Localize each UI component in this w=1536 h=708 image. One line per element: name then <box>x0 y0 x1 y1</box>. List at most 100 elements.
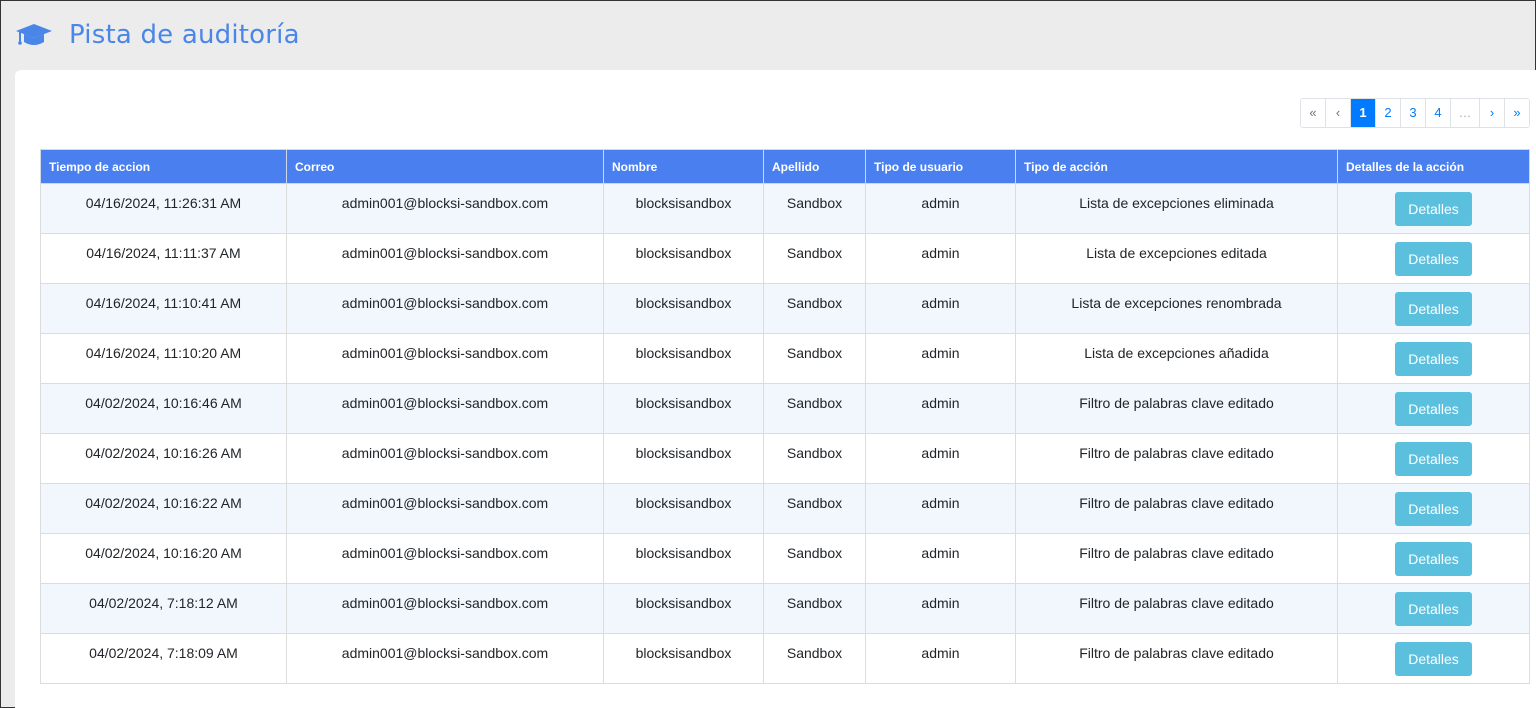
cell-last-name: Sandbox <box>763 183 866 234</box>
details-button[interactable]: Detalles <box>1395 592 1472 626</box>
details-button[interactable]: Detalles <box>1395 392 1472 426</box>
cell-time: 04/02/2024, 7:18:12 AM <box>40 583 287 634</box>
cell-time: 04/02/2024, 10:16:26 AM <box>40 433 287 484</box>
cell-user-type: admin <box>865 633 1016 684</box>
table-row: 04/02/2024, 10:16:46 AM admin001@blocksi-… <box>40 383 1530 434</box>
cell-first-name: blocksisandbox <box>603 333 764 384</box>
cell-action-details: Detalles <box>1337 533 1530 584</box>
cell-email: admin001@blocksi-sandbox.com <box>286 483 604 534</box>
audit-table-body: 04/16/2024, 11:26:31 AM admin001@blocksi-… <box>40 183 1530 684</box>
pagination-page-1[interactable]: 1 <box>1350 99 1375 127</box>
cell-last-name: Sandbox <box>763 333 866 384</box>
pagination-page-3[interactable]: 3 <box>1400 99 1425 127</box>
cell-action-details: Detalles <box>1337 433 1530 484</box>
cell-user-type: admin <box>865 433 1016 484</box>
cell-last-name: Sandbox <box>763 433 866 484</box>
cell-first-name: blocksisandbox <box>603 433 764 484</box>
cell-time: 04/16/2024, 11:10:41 AM <box>40 283 287 334</box>
cell-action-type: Filtro de palabras clave editado <box>1015 433 1338 484</box>
cell-action-type: Lista de excepciones renombrada <box>1015 283 1338 334</box>
column-header-action-type[interactable]: Tipo de acción <box>1015 149 1338 184</box>
table-row: 04/16/2024, 11:10:41 AM admin001@blocksi-… <box>40 283 1530 334</box>
pagination-last[interactable]: » <box>1504 99 1529 127</box>
cell-email: admin001@blocksi-sandbox.com <box>286 183 604 234</box>
table-row: 04/16/2024, 11:26:31 AM admin001@blocksi-… <box>40 183 1530 234</box>
table-row: 04/02/2024, 10:16:20 AM admin001@blocksi-… <box>40 533 1530 584</box>
details-button[interactable]: Detalles <box>1395 242 1472 276</box>
cell-time: 04/16/2024, 11:10:20 AM <box>40 333 287 384</box>
column-header-user-type[interactable]: Tipo de usuario <box>865 149 1016 184</box>
column-header-time[interactable]: Tiempo de accion <box>40 149 287 184</box>
cell-user-type: admin <box>865 283 1016 334</box>
cell-time: 04/02/2024, 10:16:46 AM <box>40 383 287 434</box>
table-row: 04/02/2024, 7:18:12 AM admin001@blocksi-s… <box>40 583 1530 634</box>
cell-action-details: Detalles <box>1337 183 1530 234</box>
column-header-email[interactable]: Correo <box>286 149 604 184</box>
cell-action-type: Filtro de palabras clave editado <box>1015 533 1338 584</box>
app-frame: Pista de auditoría « ‹ 1 2 3 4 … › » Tie… <box>0 0 1536 708</box>
cell-action-type: Lista de excepciones añadida <box>1015 333 1338 384</box>
page-title: Pista de auditoría <box>69 20 300 50</box>
column-header-action-details[interactable]: Detalles de la acción <box>1337 149 1530 184</box>
cell-time: 04/02/2024, 10:16:20 AM <box>40 533 287 584</box>
details-button[interactable]: Detalles <box>1395 442 1472 476</box>
cell-first-name: blocksisandbox <box>603 233 764 284</box>
cell-action-details: Detalles <box>1337 383 1530 434</box>
cell-last-name: Sandbox <box>763 633 866 684</box>
cell-action-details: Detalles <box>1337 333 1530 384</box>
pagination-ellipsis: … <box>1450 99 1479 127</box>
cell-first-name: blocksisandbox <box>603 383 764 434</box>
page-header: Pista de auditoría <box>15 15 300 55</box>
pagination-next[interactable]: › <box>1479 99 1504 127</box>
table-row: 04/16/2024, 11:11:37 AM admin001@blocksi-… <box>40 233 1530 284</box>
cell-action-type: Filtro de palabras clave editado <box>1015 583 1338 634</box>
cell-email: admin001@blocksi-sandbox.com <box>286 583 604 634</box>
details-button[interactable]: Detalles <box>1395 192 1472 226</box>
column-header-first-name[interactable]: Nombre <box>603 149 764 184</box>
cell-email: admin001@blocksi-sandbox.com <box>286 433 604 484</box>
table-row: 04/02/2024, 10:16:26 AM admin001@blocksi-… <box>40 433 1530 484</box>
cell-email: admin001@blocksi-sandbox.com <box>286 283 604 334</box>
cell-user-type: admin <box>865 483 1016 534</box>
table-row: 04/02/2024, 7:18:09 AM admin001@blocksi-s… <box>40 633 1530 684</box>
cell-first-name: blocksisandbox <box>603 283 764 334</box>
cell-last-name: Sandbox <box>763 583 866 634</box>
pagination-page-4[interactable]: 4 <box>1425 99 1450 127</box>
details-button[interactable]: Detalles <box>1395 642 1472 676</box>
cell-email: admin001@blocksi-sandbox.com <box>286 233 604 284</box>
cell-action-details: Detalles <box>1337 633 1530 684</box>
details-button[interactable]: Detalles <box>1395 542 1472 576</box>
cell-email: admin001@blocksi-sandbox.com <box>286 533 604 584</box>
details-button[interactable]: Detalles <box>1395 492 1472 526</box>
cell-last-name: Sandbox <box>763 283 866 334</box>
cell-last-name: Sandbox <box>763 483 866 534</box>
pagination-page-2[interactable]: 2 <box>1375 99 1400 127</box>
cell-action-details: Detalles <box>1337 583 1530 634</box>
details-button[interactable]: Detalles <box>1395 342 1472 376</box>
details-button[interactable]: Detalles <box>1395 292 1472 326</box>
cell-first-name: blocksisandbox <box>603 633 764 684</box>
cell-email: admin001@blocksi-sandbox.com <box>286 383 604 434</box>
cell-time: 04/16/2024, 11:26:31 AM <box>40 183 287 234</box>
cell-action-type: Filtro de palabras clave editado <box>1015 383 1338 434</box>
cell-email: admin001@blocksi-sandbox.com <box>286 333 604 384</box>
cell-first-name: blocksisandbox <box>603 483 764 534</box>
cell-user-type: admin <box>865 183 1016 234</box>
graduation-cap-icon <box>15 20 53 50</box>
cell-email: admin001@blocksi-sandbox.com <box>286 633 604 684</box>
pagination-prev[interactable]: ‹ <box>1325 99 1350 127</box>
table-row: 04/02/2024, 10:16:22 AM admin001@blocksi-… <box>40 483 1530 534</box>
cell-action-type: Lista de excepciones eliminada <box>1015 183 1338 234</box>
column-header-last-name[interactable]: Apellido <box>763 149 866 184</box>
cell-last-name: Sandbox <box>763 233 866 284</box>
cell-user-type: admin <box>865 233 1016 284</box>
cell-time: 04/02/2024, 7:18:09 AM <box>40 633 287 684</box>
audit-table: Tiempo de accion Correo Nombre Apellido … <box>40 149 1530 684</box>
table-row: 04/16/2024, 11:10:20 AM admin001@blocksi-… <box>40 333 1530 384</box>
cell-action-type: Filtro de palabras clave editado <box>1015 633 1338 684</box>
cell-first-name: blocksisandbox <box>603 583 764 634</box>
content-card: « ‹ 1 2 3 4 … › » Tiempo de accion Corre… <box>15 70 1536 708</box>
cell-action-details: Detalles <box>1337 233 1530 284</box>
pagination-first[interactable]: « <box>1301 99 1325 127</box>
cell-last-name: Sandbox <box>763 383 866 434</box>
